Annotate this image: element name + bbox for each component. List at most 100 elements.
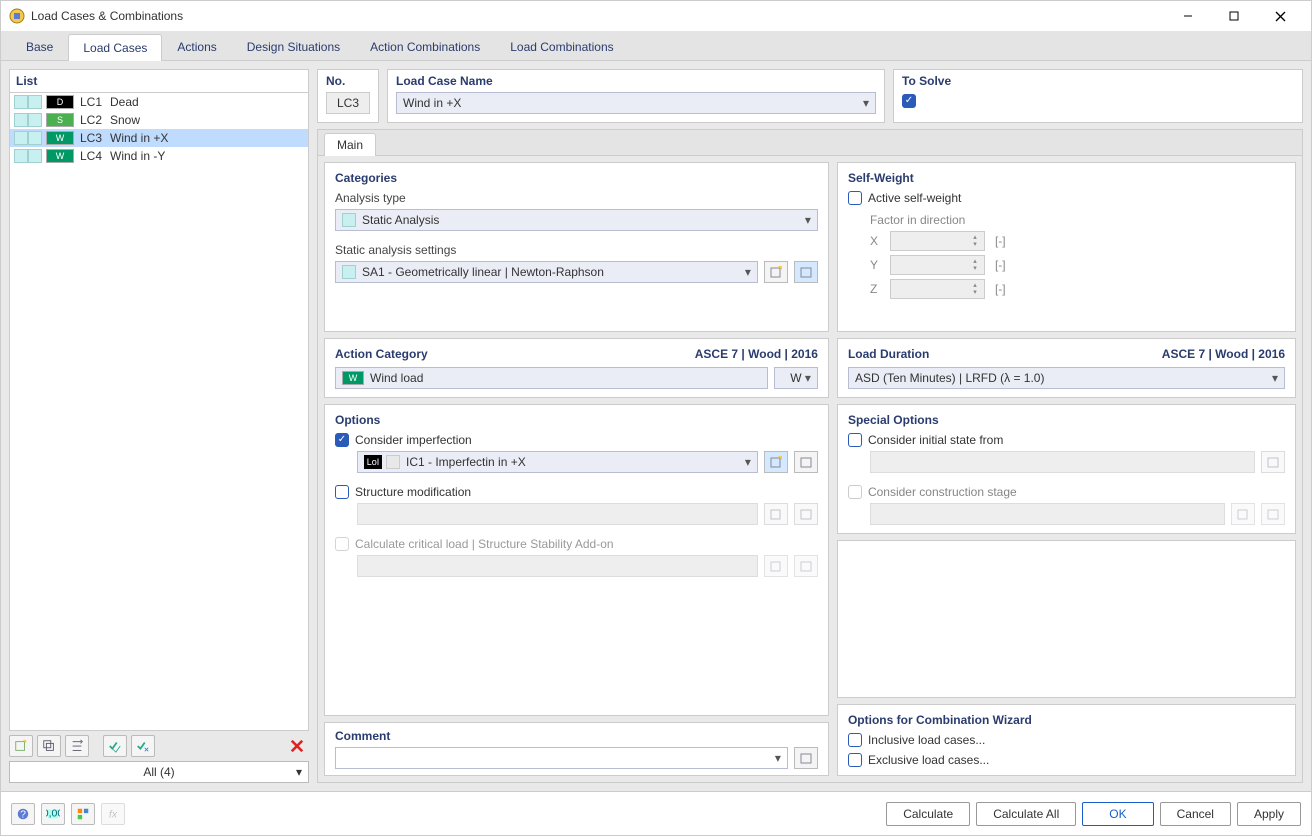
filter-value: All (4) <box>143 765 174 779</box>
inclusive-load-cases-label: Inclusive load cases... <box>868 733 985 747</box>
structure-modification-checkbox[interactable] <box>335 485 349 499</box>
action-category-standard: ASCE 7 | Wood | 2016 <box>695 347 818 361</box>
construction-stage-label: Consider construction stage <box>868 485 1017 499</box>
reorder-button[interactable] <box>65 735 89 757</box>
new-settings-button[interactable] <box>764 261 788 283</box>
tab-load-cases[interactable]: Load Cases <box>68 34 162 61</box>
imperfection-dropdown[interactable]: LoI IC1 - Imperfectin in +X ▾ <box>357 451 758 473</box>
list-item[interactable]: W LC3Wind in +X <box>10 129 308 147</box>
options-title: Options <box>335 413 380 427</box>
edit-imperfection-button[interactable] <box>794 451 818 473</box>
new-structure-mod-button[interactable] <box>764 503 788 525</box>
chevron-down-icon: ▾ <box>745 265 751 279</box>
new-item-button[interactable] <box>9 735 33 757</box>
list-header: List <box>9 69 309 92</box>
comment-edit-button[interactable] <box>794 747 818 769</box>
analysis-type-label: Analysis type <box>335 191 818 205</box>
action-category-short-dropdown[interactable]: W ▾ <box>774 367 818 389</box>
exclusive-load-cases-checkbox[interactable] <box>848 753 862 767</box>
settings-button[interactable] <box>71 803 95 825</box>
calculate-button[interactable]: Calculate <box>886 802 970 826</box>
load-duration-dropdown[interactable]: ASD (Ten Minutes) | LRFD (λ = 1.0) ▾ <box>848 367 1285 389</box>
factor-z-input: ▴▾ <box>890 279 985 299</box>
comment-title: Comment <box>335 729 390 743</box>
copy-item-button[interactable] <box>37 735 61 757</box>
inner-tabs: Main <box>318 130 1302 156</box>
tab-load-combinations[interactable]: Load Combinations <box>495 33 628 60</box>
tab-action-combinations[interactable]: Action Combinations <box>355 33 495 60</box>
initial-state-label: Consider initial state from <box>868 433 1003 447</box>
filter-dropdown[interactable]: All (4) ▾ <box>9 761 309 783</box>
new-imperfection-button[interactable] <box>764 451 788 473</box>
svg-text:0,00: 0,00 <box>46 807 60 819</box>
tab-actions[interactable]: Actions <box>162 33 231 60</box>
units-button[interactable]: 0,00 <box>41 803 65 825</box>
delete-item-button[interactable] <box>285 735 309 757</box>
comment-dropdown[interactable]: ▾ <box>335 747 788 769</box>
tab-main[interactable]: Main <box>324 133 376 156</box>
active-self-weight-label: Active self-weight <box>868 191 961 205</box>
svg-text:?: ? <box>20 808 26 820</box>
static-settings-dropdown[interactable]: SA1 - Geometrically linear | Newton-Raph… <box>335 261 758 283</box>
edit-initial-state-button[interactable] <box>1261 451 1285 473</box>
new-construction-stage-button <box>1231 503 1255 525</box>
edit-structure-mod-button[interactable] <box>794 503 818 525</box>
apply-button[interactable]: Apply <box>1237 802 1301 826</box>
static-settings-label: Static analysis settings <box>335 243 818 257</box>
construction-stage-field <box>870 503 1225 525</box>
calc-critical-label: Calculate critical load | Structure Stab… <box>355 537 614 551</box>
list-item[interactable]: S LC2Snow <box>10 111 308 129</box>
chevron-down-icon: ▾ <box>805 213 811 227</box>
self-weight-title: Self-Weight <box>848 171 914 185</box>
list-item[interactable]: W LC4Wind in -Y <box>10 147 308 165</box>
construction-stage-checkbox <box>848 485 862 499</box>
consider-imperfection-label: Consider imperfection <box>355 433 472 447</box>
function-button[interactable]: fx <box>101 803 125 825</box>
chevron-down-icon: ▾ <box>775 751 781 765</box>
combination-wizard-title: Options for Combination Wizard <box>848 713 1032 727</box>
inclusive-load-cases-checkbox[interactable] <box>848 733 862 747</box>
no-field[interactable]: LC3 <box>326 92 370 114</box>
analysis-type-dropdown[interactable]: Static Analysis ▾ <box>335 209 818 231</box>
no-label: No. <box>318 70 378 92</box>
chevron-down-icon: ▾ <box>863 96 869 110</box>
action-category-dropdown[interactable]: W Wind load <box>335 367 768 389</box>
check-all-button[interactable] <box>103 735 127 757</box>
maximize-button[interactable] <box>1211 1 1257 31</box>
minimize-button[interactable] <box>1165 1 1211 31</box>
uncheck-all-button[interactable] <box>131 735 155 757</box>
factor-y-input: ▴▾ <box>890 255 985 275</box>
special-options-title: Special Options <box>848 413 939 427</box>
tab-base[interactable]: Base <box>11 33 68 60</box>
calculate-all-button[interactable]: Calculate All <box>976 802 1076 826</box>
factor-direction-label: Factor in direction <box>870 213 1285 227</box>
initial-state-checkbox[interactable] <box>848 433 862 447</box>
list-item[interactable]: D LC1Dead <box>10 93 308 111</box>
to-solve-label: To Solve <box>894 70 1302 92</box>
edit-settings-button[interactable] <box>794 261 818 283</box>
new-calc-critical-button <box>764 555 788 577</box>
chevron-down-icon: ▾ <box>296 765 302 779</box>
cancel-button[interactable]: Cancel <box>1160 802 1231 826</box>
edit-calc-critical-button <box>794 555 818 577</box>
close-window-button[interactable] <box>1257 1 1303 31</box>
help-button[interactable]: ? <box>11 803 35 825</box>
load-case-name-label: Load Case Name <box>388 70 884 92</box>
to-solve-checkbox[interactable] <box>902 94 916 108</box>
action-category-title: Action Category <box>335 347 428 361</box>
app-icon <box>9 8 25 24</box>
active-self-weight-checkbox[interactable] <box>848 191 862 205</box>
tab-design-situations[interactable]: Design Situations <box>232 33 355 60</box>
chevron-down-icon: ▾ <box>745 455 751 469</box>
edit-construction-stage-button <box>1261 503 1285 525</box>
load-case-list[interactable]: D LC1Dead S LC2Snow W LC3Wind in +X W LC… <box>9 92 309 731</box>
chevron-down-icon: ▾ <box>1272 371 1278 385</box>
chevron-down-icon: ▾ <box>805 371 811 385</box>
ok-button[interactable]: OK <box>1082 802 1153 826</box>
load-case-name-dropdown[interactable]: Wind in +X▾ <box>396 92 876 114</box>
titlebar: Load Cases & Combinations <box>1 1 1311 31</box>
categories-title: Categories <box>335 171 397 185</box>
calc-critical-checkbox <box>335 537 349 551</box>
consider-imperfection-checkbox[interactable] <box>335 433 349 447</box>
structure-mod-field <box>357 503 758 525</box>
